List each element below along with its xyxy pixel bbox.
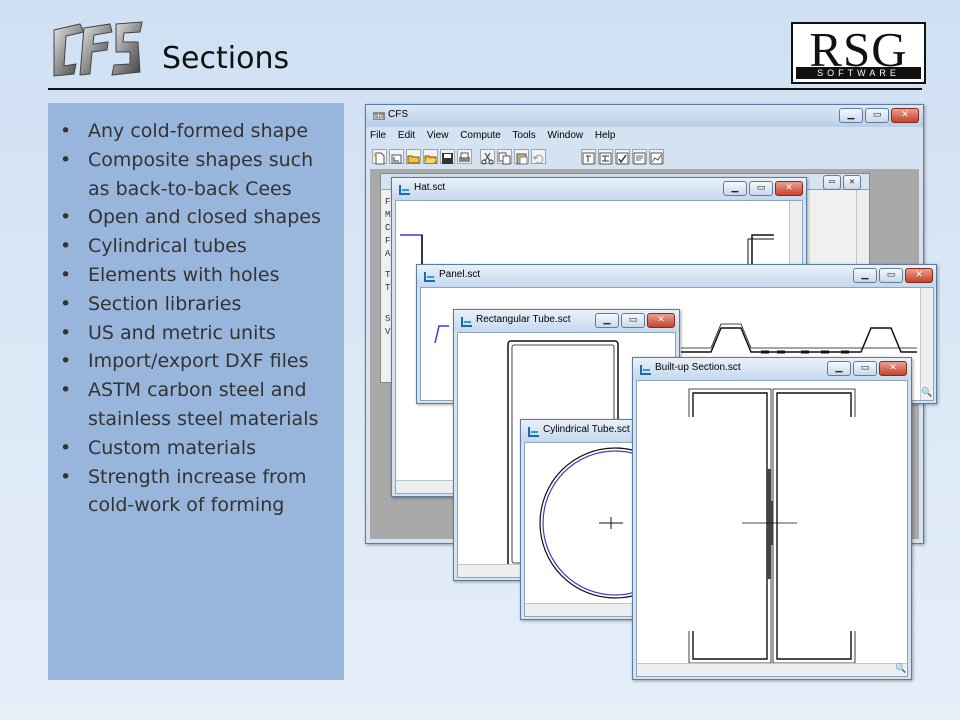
feature-item: Strength increase from cold-work of form… xyxy=(60,463,340,521)
cyl-title: Cylindrical Tube.sct xyxy=(543,424,630,435)
maximize-button[interactable]: ▭ xyxy=(865,108,889,123)
undo-icon[interactable] xyxy=(531,149,546,164)
rect-title: Rectangular Tube.sct xyxy=(476,314,571,325)
feature-panel: Any cold-formed shape Composite shapes s… xyxy=(48,103,344,680)
bg-close-button[interactable]: ✕ xyxy=(843,175,861,190)
feature-item: Import/export DXF files xyxy=(60,347,340,376)
feature-item: ASTM carbon steel and stainless steel ma… xyxy=(60,376,340,434)
maximize-button[interactable]: ▭ xyxy=(749,181,773,196)
report-icon[interactable] xyxy=(632,149,647,165)
new-icon[interactable] xyxy=(372,149,387,165)
minimize-button[interactable]: ▁ xyxy=(839,108,863,123)
section-properties-icon[interactable] xyxy=(581,149,596,165)
feature-item: Composite shapes such as back-to-back Ce… xyxy=(60,146,340,204)
maximize-button[interactable]: ▭ xyxy=(621,313,645,328)
cfs-logo xyxy=(53,21,143,77)
check-icon[interactable] xyxy=(615,149,630,165)
section-doc-icon xyxy=(461,317,472,327)
close-button[interactable]: ✕ xyxy=(905,268,933,283)
rsg-software-logo: RSG SOFTWARE xyxy=(791,22,926,84)
section-doc-icon xyxy=(528,427,539,437)
feature-item: Section libraries xyxy=(60,290,340,319)
new-section-icon[interactable] xyxy=(389,149,404,164)
hat-title: Hat.sct xyxy=(414,182,446,193)
slide-title: Sections xyxy=(162,41,290,76)
hat-titlebar[interactable]: Hat.sct ▁ ▭ ✕ xyxy=(392,178,806,200)
section-doc-icon xyxy=(399,185,410,195)
menu-bar: File Edit View Compute Tools Window Help xyxy=(370,130,624,147)
open-folder-icon[interactable] xyxy=(423,149,438,164)
zoom-icon[interactable]: 🔍 xyxy=(895,664,906,675)
feature-item: Custom materials xyxy=(60,434,340,463)
cfs-app-icon: cfs xyxy=(373,112,385,121)
builtup-titlebar[interactable]: Built-up Section.sct ▁ ▭ ✕ xyxy=(633,358,911,380)
graph-icon[interactable] xyxy=(649,149,664,165)
save-icon[interactable] xyxy=(440,149,455,164)
feature-item: US and metric units xyxy=(60,319,340,348)
maximize-button[interactable]: ▭ xyxy=(853,361,877,376)
section-doc-icon xyxy=(424,272,435,282)
svg-text:cfs: cfs xyxy=(374,114,383,121)
cut-icon[interactable] xyxy=(480,149,495,165)
menu-compute[interactable]: Compute xyxy=(460,130,501,141)
toolbar xyxy=(370,148,919,167)
menu-help[interactable]: Help xyxy=(595,130,616,141)
menu-file[interactable]: File xyxy=(370,130,386,141)
panel-titlebar[interactable]: Panel.sct ▁ ▭ ✕ xyxy=(417,265,936,287)
print-icon[interactable] xyxy=(457,149,472,164)
feature-item: Open and closed shapes xyxy=(60,203,340,232)
app-titlebar[interactable]: cfs CFS ▁ ▭ ✕ xyxy=(366,105,923,127)
feature-item: Cylindrical tubes xyxy=(60,232,340,261)
feature-item: Elements with holes xyxy=(60,261,340,290)
rect-titlebar[interactable]: Rectangular Tube.sct ▁ ▭ ✕ xyxy=(454,310,679,332)
panel-vertical-scrollbar[interactable] xyxy=(920,288,933,400)
minimize-button[interactable]: ▁ xyxy=(723,181,747,196)
panel-title: Panel.sct xyxy=(439,269,481,280)
builtup-canvas[interactable]: 🔍 xyxy=(636,380,908,677)
maximize-button[interactable]: ▭ xyxy=(879,268,903,283)
built-up-section-window[interactable]: Built-up Section.sct ▁ ▭ ✕ 🔍 xyxy=(632,357,912,680)
minimize-button[interactable]: ▁ xyxy=(595,313,619,328)
paste-icon[interactable] xyxy=(514,149,529,165)
feature-item: Any cold-formed shape xyxy=(60,117,340,146)
minimize-button[interactable]: ▁ xyxy=(827,361,851,376)
close-button[interactable]: ✕ xyxy=(879,361,907,376)
feature-list: Any cold-formed shape Composite shapes s… xyxy=(60,117,340,520)
menu-tools[interactable]: Tools xyxy=(512,130,535,141)
builtup-horizontal-scrollbar[interactable] xyxy=(637,663,907,676)
minimize-button[interactable]: ▁ xyxy=(853,268,877,283)
title-divider xyxy=(48,88,922,90)
menu-window[interactable]: Window xyxy=(548,130,584,141)
rsg-logo-subtext: SOFTWARE xyxy=(796,67,921,79)
menu-view[interactable]: View xyxy=(427,130,449,141)
builtup-title: Built-up Section.sct xyxy=(655,362,741,373)
zoom-icon[interactable]: 🔍 xyxy=(921,388,932,399)
menu-edit[interactable]: Edit xyxy=(398,130,415,141)
open-icon[interactable] xyxy=(406,149,421,164)
copy-icon[interactable] xyxy=(497,149,512,165)
bg-restore-button[interactable]: ▭ xyxy=(823,175,841,190)
section-doc-icon xyxy=(640,365,651,375)
close-button[interactable]: ✕ xyxy=(775,181,803,196)
close-button[interactable]: ✕ xyxy=(647,313,675,328)
close-button[interactable]: ✕ xyxy=(891,108,919,123)
member-check-icon[interactable] xyxy=(598,149,613,165)
built-up-section-drawing xyxy=(688,388,856,664)
app-title: CFS xyxy=(388,109,408,120)
